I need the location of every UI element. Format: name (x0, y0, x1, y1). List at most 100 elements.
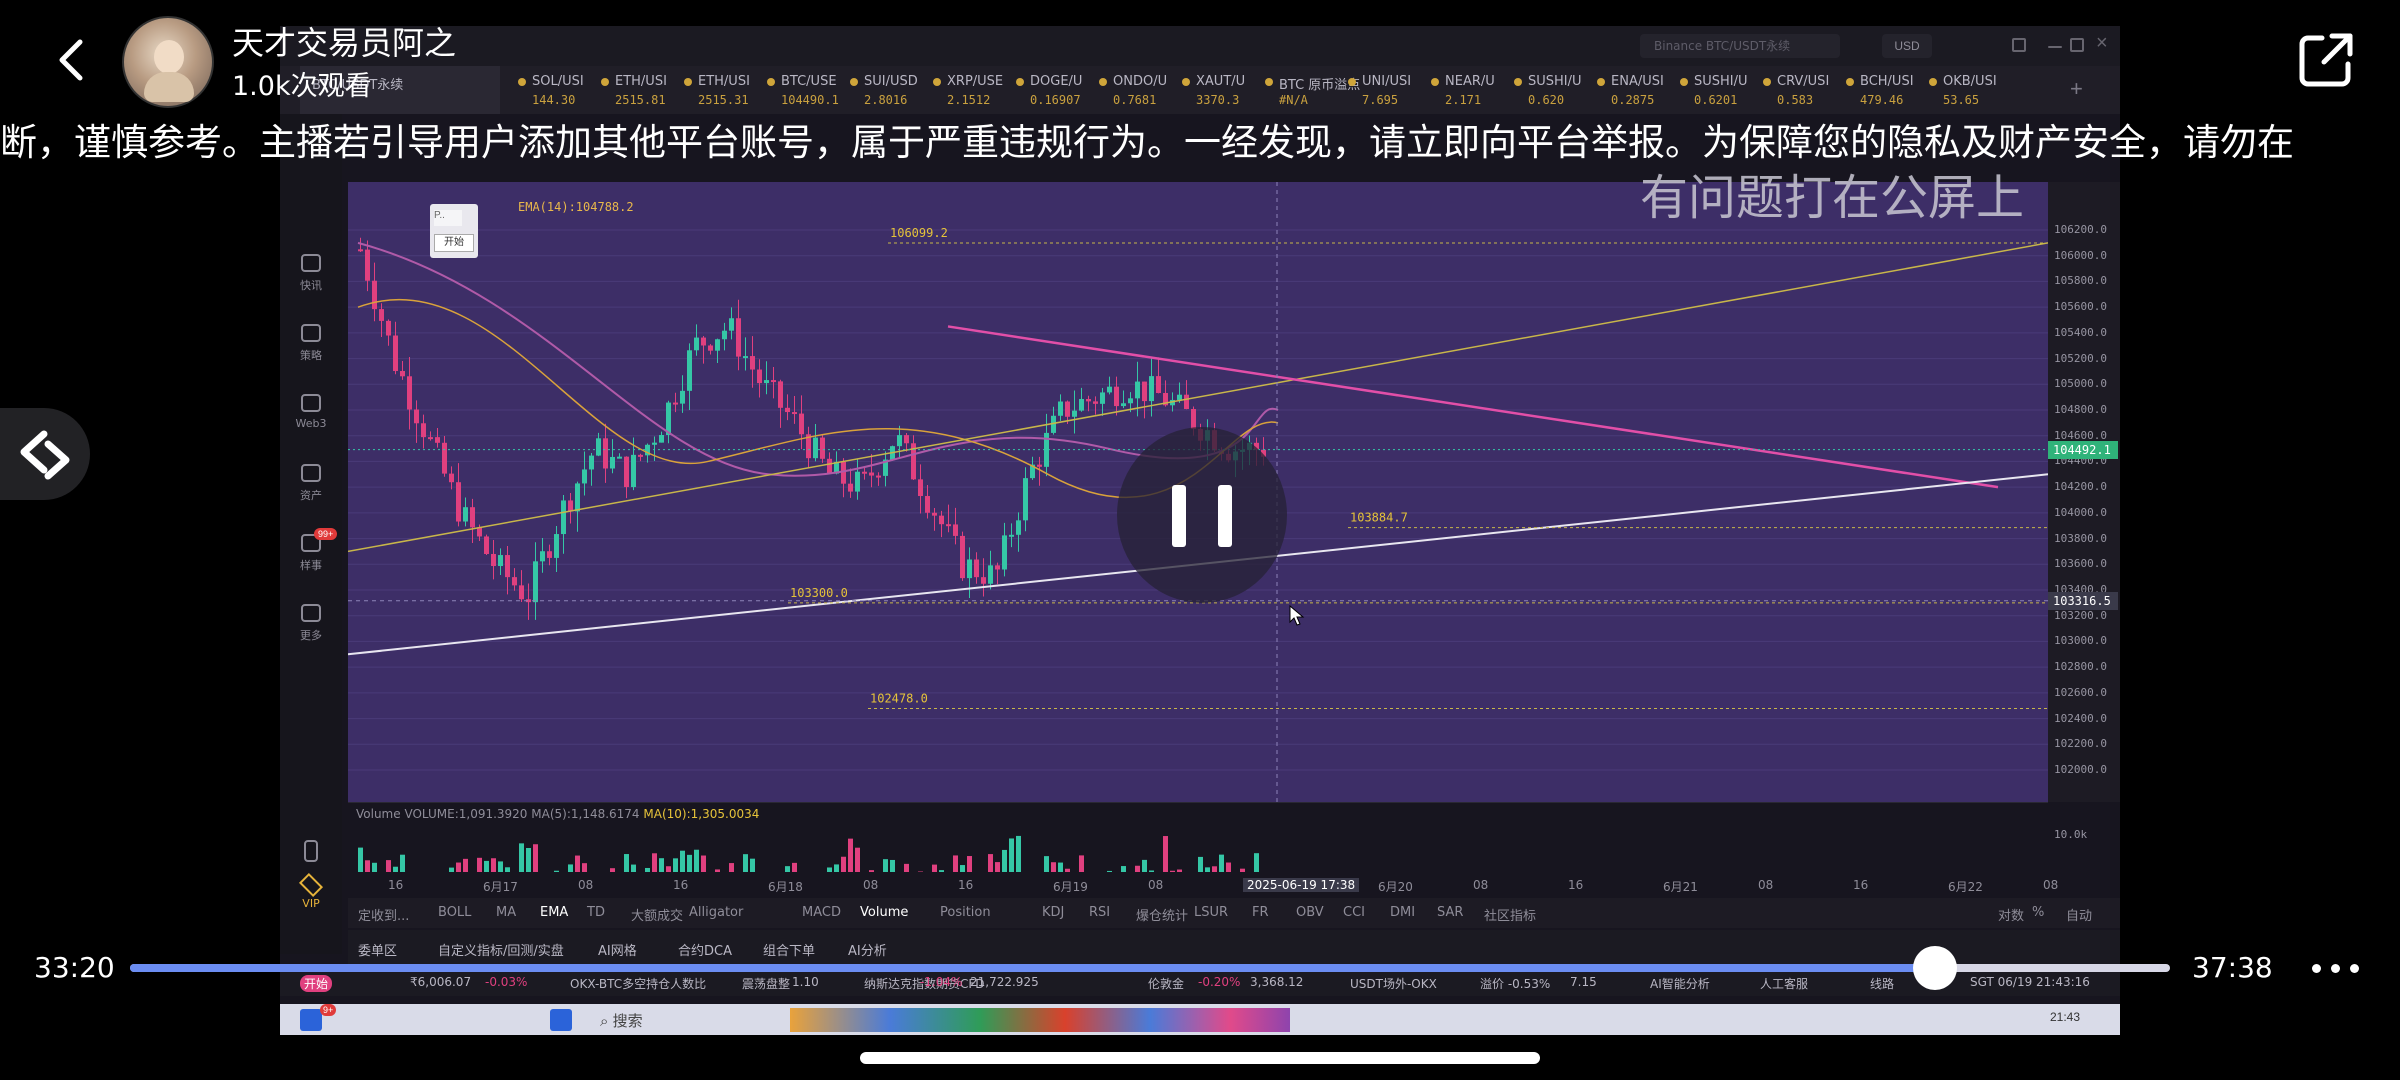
symbol-tab[interactable]: NEAR/U 2.171 (1431, 66, 1523, 114)
vip-label: VIP (302, 897, 320, 910)
indicator-toggle[interactable]: 大额成交 (631, 905, 683, 924)
indicator-toggle[interactable]: 爆仓统计 (1136, 905, 1188, 924)
time-axis-label: 16 (1853, 878, 1869, 892)
taskbar-search[interactable]: ⌕ 搜索 (600, 1010, 643, 1031)
symbol-tab[interactable]: DOGE/U 0.16907 (1016, 66, 1108, 114)
symbol-tab-name: DOGE/U (1030, 74, 1083, 89)
nav-item-newsflash[interactable]: 快讯 (280, 254, 342, 293)
symbol-tab[interactable]: ONDO/U 0.7681 (1099, 66, 1191, 114)
taskbar-app-icons[interactable] (790, 1008, 1290, 1032)
time-axis[interactable]: 16 6月17 08 16 6月18 08 16 6月19 08 2025-06-19 17:38… (348, 872, 2120, 898)
share-button[interactable] (2294, 28, 2358, 92)
symbol-tab-name: SUI/USD (864, 74, 918, 89)
indicator-toggle[interactable]: 社区指标 (1484, 905, 1536, 924)
symbol-tab[interactable]: UNI/USI 7.695 (1348, 66, 1440, 114)
symbol-tab[interactable]: ENA/USI 0.2875 (1597, 66, 1689, 114)
phone-entry[interactable] (280, 840, 342, 862)
indicator-toggle[interactable]: 对数 (1998, 905, 2024, 924)
pause-button[interactable] (1117, 427, 1287, 603)
time-axis-label: 08 (1473, 878, 1489, 892)
symbol-tab[interactable]: SUI/USD 2.8016 (850, 66, 942, 114)
back-button[interactable] (44, 32, 100, 88)
indicator-toggle[interactable]: DMI (1390, 905, 1415, 920)
price-axis-label: 106200.0 (2054, 223, 2107, 236)
nav-item-web3[interactable]: Web3 (280, 394, 342, 430)
more-options-button[interactable] (2306, 950, 2366, 986)
nav-item-message[interactable]: 样事 99+ (280, 528, 342, 573)
descending-trendline[interactable] (947, 325, 1999, 489)
indicator-toggle[interactable]: LSUR (1194, 905, 1228, 920)
window-restore-icon[interactable] (2012, 38, 2026, 52)
indicator-toggle[interactable]: SAR (1437, 905, 1463, 920)
symbol-tab[interactable]: OKB/USI 53.65 (1929, 66, 2021, 114)
indicator-toggle[interactable]: MACD (802, 905, 841, 920)
window-close-icon[interactable]: × (2096, 32, 2108, 55)
indicator-toggle[interactable]: RSI (1089, 905, 1110, 920)
candle-body (512, 577, 517, 586)
platform-search-input[interactable]: Binance BTC/USDT永续 (1640, 34, 1840, 58)
currency-select[interactable]: USD (1882, 34, 1932, 58)
symbol-tab[interactable]: ETH/USI 2515.31 (684, 66, 776, 114)
candle-body (981, 577, 986, 584)
indicator-toggle[interactable]: FR (1252, 905, 1269, 920)
symbol-tab[interactable]: SUSHI/U 0.620 (1514, 66, 1606, 114)
symbol-tab[interactable]: XRP/USE 2.1512 (933, 66, 1025, 114)
indicator-toggle[interactable]: BOLL (438, 905, 471, 920)
indicator-toggle[interactable]: Volume (860, 905, 908, 920)
order-panel-tab[interactable]: AI网格 (598, 940, 637, 959)
price-axis-label: 102200.0 (2054, 737, 2107, 751)
home-indicator[interactable] (860, 1052, 1540, 1064)
symbol-tab[interactable]: CRV/USI 0.583 (1763, 66, 1855, 114)
candle-body (428, 437, 433, 440)
symbol-tab[interactable]: SUSHI/U 0.6201 (1680, 66, 1772, 114)
symbol-tab[interactable]: ETH/USI 2515.81 (601, 66, 693, 114)
candle-body (771, 380, 776, 383)
order-panel-tab[interactable]: 组合下单 (763, 940, 815, 959)
symbol-tab[interactable]: SOL/USI 144.30 (518, 66, 610, 114)
nav-item-strategy[interactable]: 策略 (280, 324, 342, 363)
price-axis[interactable]: 106200.0 106000.0 105800.0 105600.0 105400.0… (2048, 182, 2120, 830)
window-minimize-icon[interactable] (2048, 46, 2062, 48)
symbol-tab[interactable]: BCH/USI 479.46 (1846, 66, 1938, 114)
windows-icon[interactable] (550, 1009, 572, 1031)
price-level-label: 106099.2 (890, 226, 948, 240)
symbol-tab-price: #N/A (1279, 93, 1308, 107)
nav-item-label: 快讯 (300, 279, 322, 292)
seek-bar[interactable] (130, 964, 2170, 972)
indicator-toggle[interactable]: MA (496, 905, 516, 920)
order-panel-tab[interactable]: 合约DCA (678, 940, 732, 959)
candle-body (561, 500, 566, 535)
order-panel-tab[interactable]: 委单区 (358, 940, 397, 959)
indicator-toggle[interactable]: 自动 (2066, 905, 2092, 924)
add-tab-icon[interactable]: + (2070, 76, 2083, 102)
indicator-toggle[interactable]: EMA (540, 905, 568, 920)
uploader-avatar[interactable] (122, 16, 214, 108)
indicator-toggle[interactable]: 定收到... (358, 905, 409, 924)
legend-start-button[interactable]: 开始 (434, 234, 474, 252)
indicator-toggle[interactable]: KDJ (1042, 905, 1064, 920)
indicator-toggle[interactable]: Position (940, 905, 991, 920)
symbol-tab[interactable]: BTC/USE 104490.1 (767, 66, 859, 114)
indicator-toggle[interactable]: OBV (1296, 905, 1324, 920)
ticker-item: 线路 (1870, 977, 1895, 991)
order-panel-tab[interactable]: AI分析 (848, 940, 887, 959)
uploader-name[interactable]: 天才交易员阿之 (232, 18, 456, 64)
indicator-toggle[interactable]: CCI (1343, 905, 1365, 920)
coin-dot-icon (1680, 78, 1688, 86)
symbol-tab[interactable]: BTC 原币溢点 #N/A (1265, 66, 1360, 114)
side-panel-handle[interactable] (0, 408, 90, 500)
start-icon[interactable] (300, 1009, 322, 1031)
order-panel-tab[interactable]: 自定义指标/回测/实盘 (438, 940, 564, 959)
nav-item-more-grid[interactable]: 更多 (280, 604, 342, 643)
indicator-toggle[interactable]: Alligator (689, 905, 743, 920)
window-maximize-icon[interactable] (2070, 38, 2084, 52)
candle-body (379, 309, 384, 321)
symbol-tab[interactable]: XAUT/U 3370.3 (1182, 66, 1274, 114)
vip-entry[interactable]: VIP (280, 872, 342, 910)
coin-dot-icon (1846, 78, 1854, 86)
symbol-tab-price: 0.583 (1777, 93, 1814, 107)
chart-legend-chip[interactable]: P.. 开始 (430, 204, 478, 258)
indicator-toggle[interactable]: % (2032, 905, 2044, 920)
indicator-toggle[interactable]: TD (587, 905, 605, 920)
nav-item-asset[interactable]: 资产 (280, 464, 342, 503)
